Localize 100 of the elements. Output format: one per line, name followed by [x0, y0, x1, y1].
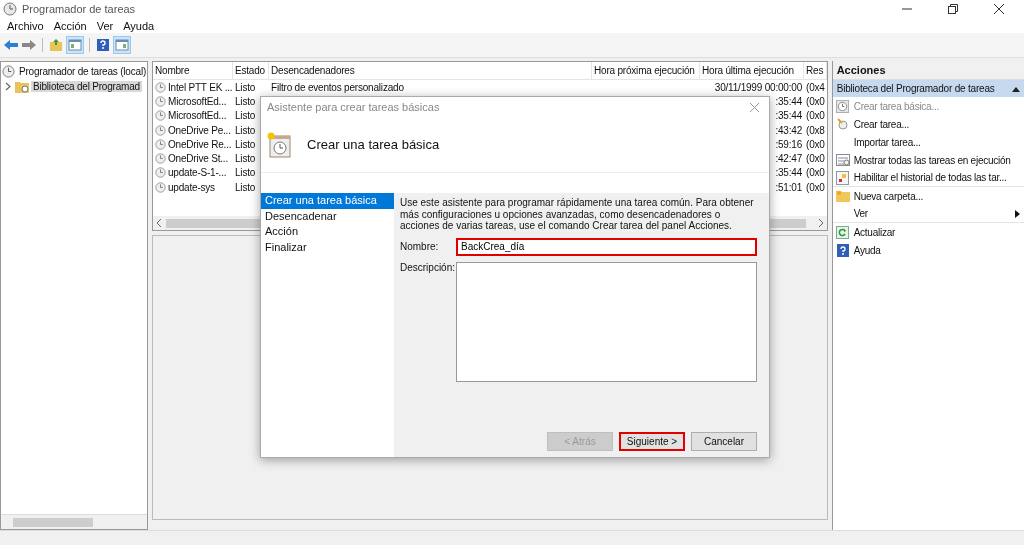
table-cell: Filtro de eventos personalizado [271, 81, 404, 93]
dialog-title: Asistente para crear tareas básicas [267, 101, 440, 113]
clock-icon [2, 65, 15, 78]
action-item[interactable]: Ver [853, 208, 868, 219]
description-field[interactable] [456, 261, 757, 382]
maximize-icon[interactable] [948, 4, 958, 14]
dialog-button[interactable]: Siguiente > [619, 432, 685, 451]
table-cell: Listo [235, 110, 256, 122]
wizard-step[interactable]: Crear una tarea básica [261, 193, 394, 209]
wizard-step[interactable]: Desencadenar [261, 208, 394, 224]
horizontal-scrollbar[interactable] [1, 514, 147, 529]
dialog-heading: Crear una tarea básica [307, 137, 440, 152]
scroll-right-icon[interactable] [817, 219, 824, 227]
table-cell: :35:44 [775, 110, 802, 122]
table-cell: (0x0 [806, 153, 825, 165]
forward-arrow-icon[interactable] [22, 39, 36, 51]
table-cell: Listo [235, 95, 256, 107]
clock-icon [155, 81, 166, 93]
folder-icon [15, 80, 29, 93]
table-cell: Listo [235, 153, 256, 165]
clock-icon [155, 153, 166, 165]
column-header[interactable]: Desencadenadores [269, 62, 592, 79]
folder-up-icon[interactable] [49, 38, 63, 52]
column-header[interactable]: Hora última ejecución [700, 62, 804, 79]
column-header[interactable]: Hora próxima ejecución [592, 62, 700, 79]
clock-icon [155, 110, 166, 122]
scroll-left-icon[interactable] [156, 219, 162, 227]
table-cell: :35:44 [775, 95, 802, 107]
menu-item[interactable]: Ayuda [118, 19, 160, 32]
instructions-text: Use este asistente para programar rápidamente una tarea común. Para obtener más configuraciones u opciones avanzadas, como desencadenadores o acciones de varias tareas, use el comando Crear tarea del panel Acciones. [400, 197, 755, 232]
action-item[interactable]: Crear tarea... [853, 118, 910, 130]
clock-icon [3, 2, 17, 16]
wizard-step[interactable]: Acción [261, 224, 394, 240]
column-header[interactable]: Res [804, 62, 827, 79]
table-cell: :59:16 [775, 138, 802, 150]
clock-icon [155, 138, 166, 150]
task-name: update-sys [168, 181, 215, 193]
tree-item[interactable]: Programador de tareas (local) [17, 66, 147, 77]
table-cell: (0x8 [806, 124, 825, 136]
help-icon [836, 243, 849, 257]
panel-title: Acciones [832, 61, 1024, 80]
table-cell: (0x4 [806, 81, 825, 93]
clock-icon [155, 124, 166, 136]
table-cell: :51:01 [775, 181, 802, 193]
list-icon [835, 154, 850, 166]
clock-icon [836, 118, 849, 130]
name-field[interactable]: BackCrea_día [456, 237, 757, 256]
table-cell: Listo [235, 81, 256, 93]
table-cell: (0x0 [806, 138, 825, 150]
window-title: Programador de tareas [22, 3, 136, 15]
action-item[interactable]: Nueva carpeta... [853, 190, 924, 202]
chevron-icon[interactable] [4, 82, 13, 91]
refresh-icon [836, 225, 850, 239]
task-name: MicrosoftEd... [168, 110, 227, 122]
pane-icon[interactable] [114, 37, 130, 53]
field-label: Descripción: [400, 261, 456, 273]
clock-icon [155, 167, 166, 179]
help-icon[interactable] [96, 38, 110, 52]
column-header[interactable]: Nombre [153, 62, 233, 79]
task-name: MicrosoftEd... [168, 95, 227, 107]
table-cell: :43:42 [775, 124, 802, 136]
action-item[interactable]: Actualizar [853, 226, 896, 238]
menu-item[interactable]: Acción [48, 19, 92, 32]
table-cell: :42:47 [775, 153, 802, 165]
table-cell: Listo [235, 124, 256, 136]
calendar-clock-icon [267, 131, 291, 158]
table-cell: 30/11/1999 00:00:00 [714, 81, 802, 93]
back-arrow-icon[interactable] [4, 39, 18, 51]
submenu-arrow-icon [1014, 209, 1020, 218]
wizard-step[interactable]: Finalizar [261, 239, 394, 255]
table-cell: (0x0 [806, 110, 825, 122]
menu-item[interactable]: Archivo [2, 19, 49, 32]
table-cell: Listo [235, 167, 256, 179]
clock-icon [836, 99, 850, 113]
action-item[interactable]: Ayuda [853, 244, 881, 256]
collapse-icon[interactable] [1011, 85, 1020, 92]
table-cell: Listo [235, 138, 256, 150]
table-cell: (0x0 [806, 167, 825, 179]
task-name: Intel PTT EK ... [168, 81, 233, 93]
folder-icon [835, 190, 850, 202]
field-label: Nombre: [400, 241, 440, 252]
section-header[interactable]: Biblioteca del Programador de tareas [832, 80, 1024, 97]
task-name: OneDrive St... [168, 153, 228, 165]
tree-item[interactable]: Biblioteca del Programad [31, 81, 142, 92]
table-cell: Listo [235, 181, 256, 193]
table-cell: (0x0 [806, 95, 825, 107]
action-item[interactable]: Mostrar todas las tareas en ejecución [853, 154, 1011, 166]
action-item[interactable]: Habilitar el historial de todas las tar... [853, 172, 1007, 183]
clock-icon [155, 181, 166, 193]
task-name: OneDrive Re... [168, 138, 232, 150]
task-name: OneDrive Pe... [168, 124, 231, 136]
close-icon[interactable] [994, 4, 1004, 14]
action-item[interactable]: Importar tarea... [853, 136, 921, 148]
task-name: update-S-1-... [168, 167, 227, 179]
table-cell: :35:44 [775, 167, 802, 179]
dialog-button[interactable]: Cancelar [691, 432, 757, 451]
pane-icon[interactable] [67, 37, 83, 53]
column-header[interactable]: Estado [233, 62, 269, 79]
document-icon [836, 170, 850, 185]
menu-item[interactable]: Ver [91, 19, 119, 32]
